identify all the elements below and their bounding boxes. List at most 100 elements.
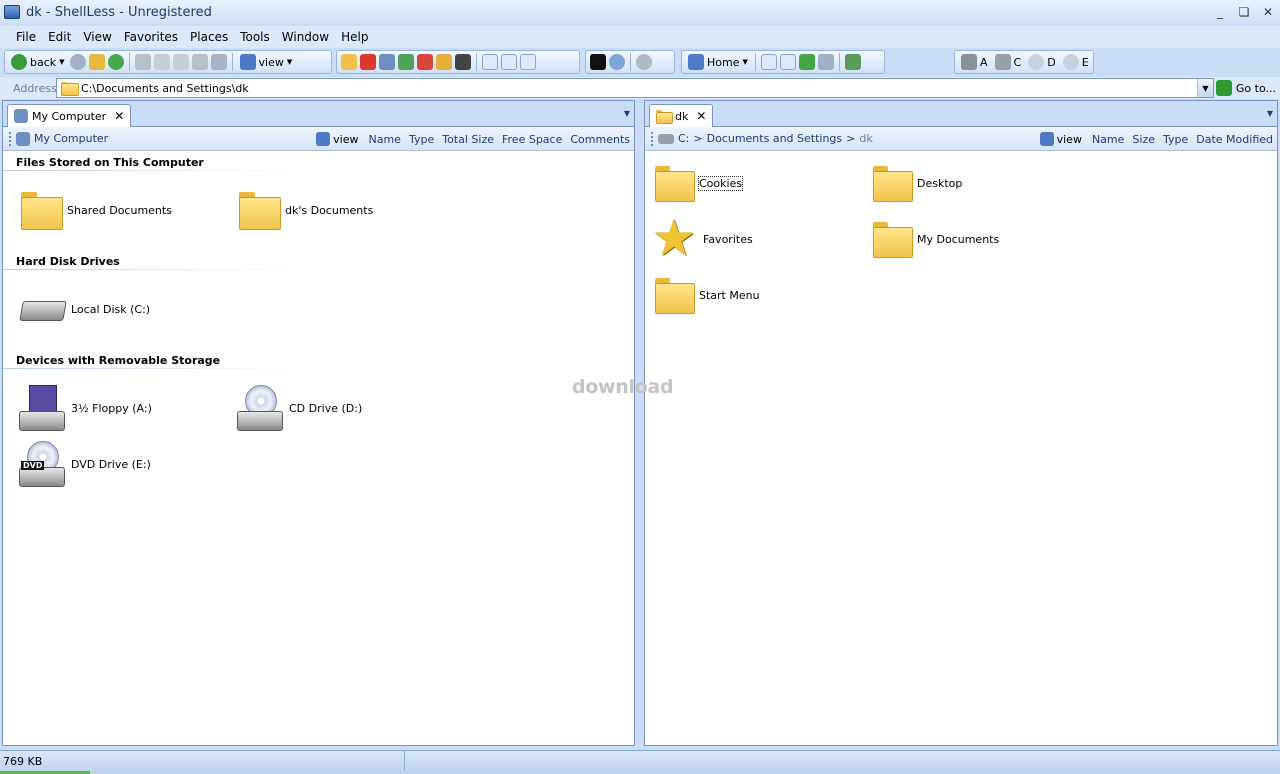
computer-icon (16, 131, 30, 146)
folder-icon (873, 222, 913, 258)
view-button[interactable]: view (1038, 130, 1084, 148)
menu-favorites[interactable]: Favorites (118, 30, 184, 44)
panel-bottom-icon[interactable] (501, 54, 517, 70)
menu-tools[interactable]: Tools (234, 30, 276, 44)
tab-dk[interactable]: dk ✕ (649, 104, 714, 127)
paste-icon[interactable] (172, 54, 189, 70)
list-item[interactable]: Desktop (873, 166, 962, 202)
list-item[interactable]: Start Menu (655, 278, 760, 314)
split-vertical-icon[interactable] (779, 54, 796, 70)
group-heading: Files Stored on This Computer (16, 156, 204, 169)
drive-e-label: E (1081, 55, 1089, 69)
menu-view[interactable]: View (77, 30, 117, 44)
command-prompt-icon[interactable] (590, 54, 606, 70)
home-button[interactable]: Home ▼ (686, 53, 750, 71)
drive-c-button[interactable]: C (993, 53, 1024, 71)
tab-list-dropdown-icon[interactable]: ▼ (1267, 109, 1273, 118)
tab-label: dk (675, 109, 689, 123)
binoculars-icon[interactable] (455, 54, 471, 70)
forward-arrow-icon[interactable] (69, 54, 86, 70)
up-folder-icon[interactable] (88, 54, 105, 70)
cart-icon[interactable] (417, 54, 433, 70)
list-item[interactable]: Shared Documents (21, 192, 172, 230)
close-tab-icon[interactable]: ✕ (114, 109, 124, 123)
column-name[interactable]: Name (369, 133, 401, 146)
delete-icon[interactable] (191, 54, 208, 70)
go-arrow-icon (1215, 80, 1232, 96)
column-comments[interactable]: Comments (570, 133, 630, 146)
menu-help[interactable]: Help (335, 30, 374, 44)
column-type[interactable]: Type (409, 133, 434, 146)
left-tabstrip: My Computer ✕ ▼ (3, 101, 634, 127)
refresh-icon[interactable] (107, 54, 124, 70)
open-folder-icon[interactable] (341, 54, 357, 70)
return-arrow-icon[interactable] (398, 54, 414, 70)
minimize-button[interactable]: _ (1208, 0, 1232, 24)
close-button[interactable]: ✕ (1256, 0, 1280, 24)
tab-my-computer[interactable]: My Computer ✕ (7, 104, 132, 127)
menu-places[interactable]: Places (184, 30, 234, 44)
list-item[interactable]: Cookies (655, 166, 744, 202)
go-to-button[interactable]: Go to... (1215, 78, 1276, 98)
view-button[interactable]: view (314, 130, 360, 148)
address-input[interactable]: C:\Documents and Settings\dk ▼ (56, 78, 1214, 98)
menu-window[interactable]: Window (276, 30, 335, 44)
address-dropdown-icon[interactable]: ▼ (1197, 79, 1213, 97)
item-label: Favorites (703, 232, 753, 246)
cut-icon[interactable] (134, 54, 151, 70)
calculator-icon[interactable] (379, 54, 395, 70)
arrow-left-icon[interactable] (798, 54, 815, 70)
standard-toolbar: back ▼ view ▼ (4, 50, 332, 74)
breadcrumb-my-computer[interactable]: My Computer (34, 132, 108, 145)
gear-icon[interactable] (636, 54, 652, 70)
list-item[interactable]: 3½ Floppy (A:) (19, 385, 152, 431)
column-name[interactable]: Name (1092, 133, 1124, 146)
list-item[interactable]: DVD DVD Drive (E:) (19, 441, 151, 487)
back-label: back (30, 55, 57, 69)
pane-splitter[interactable] (635, 100, 644, 746)
drive-a-button[interactable]: A (959, 53, 990, 71)
drive-a-label: A (980, 55, 988, 69)
panel-right-icon[interactable] (520, 54, 536, 70)
menu-file[interactable]: File (10, 30, 42, 44)
breadcrumb-drive-c[interactable]: C: (678, 132, 689, 145)
list-item[interactable]: Local Disk (C:) (19, 295, 150, 323)
favorites-star-icon[interactable] (360, 54, 376, 70)
column-type[interactable]: Type (1163, 133, 1188, 146)
arrow-right-icon[interactable] (817, 54, 834, 70)
breadcrumb-dk[interactable]: dk (859, 132, 872, 145)
left-breadcrumb-bar: My Computer view Name Type Total Size Fr… (3, 127, 634, 151)
list-item[interactable]: My Documents (873, 222, 999, 258)
view-menu-button[interactable]: view ▼ (238, 53, 295, 71)
split-horizontal-icon[interactable] (760, 54, 777, 70)
list-item[interactable]: ★ Favorites (651, 213, 753, 263)
tab-list-dropdown-icon[interactable]: ▼ (624, 109, 630, 118)
list-item[interactable]: CD Drive (D:) (237, 385, 362, 431)
breadcrumb-documents-and-settings[interactable]: Documents and Settings (707, 132, 843, 145)
column-free-space[interactable]: Free Space (502, 133, 562, 146)
cd-drive-icon (1028, 54, 1045, 70)
undo-icon[interactable] (210, 54, 227, 70)
home-icon (688, 54, 704, 70)
places-toolbar (336, 50, 580, 74)
lock-icon[interactable] (436, 54, 452, 70)
cd-drive-icon (237, 385, 283, 431)
column-total-size[interactable]: Total Size (442, 133, 494, 146)
folder-icon (655, 166, 695, 202)
menu-edit[interactable]: Edit (42, 30, 77, 44)
dvd-drive-icon (1062, 54, 1079, 70)
list-item[interactable]: dk's Documents (239, 192, 373, 230)
item-label: Shared Documents (67, 203, 172, 217)
back-button[interactable]: back ▼ (9, 53, 67, 71)
column-date-modified[interactable]: Date Modified (1196, 133, 1273, 146)
column-size[interactable]: Size (1132, 133, 1155, 146)
copy-icon[interactable] (153, 54, 170, 70)
view-label: view (258, 55, 284, 69)
panel-left-icon[interactable] (482, 54, 498, 70)
close-tab-icon[interactable]: ✕ (696, 109, 706, 123)
sync-icon[interactable] (844, 54, 861, 70)
drive-e-button[interactable]: E (1061, 53, 1091, 71)
maximize-button[interactable]: ❏ (1232, 0, 1256, 24)
search-icon[interactable] (609, 54, 625, 70)
drive-d-button[interactable]: D (1026, 53, 1057, 71)
